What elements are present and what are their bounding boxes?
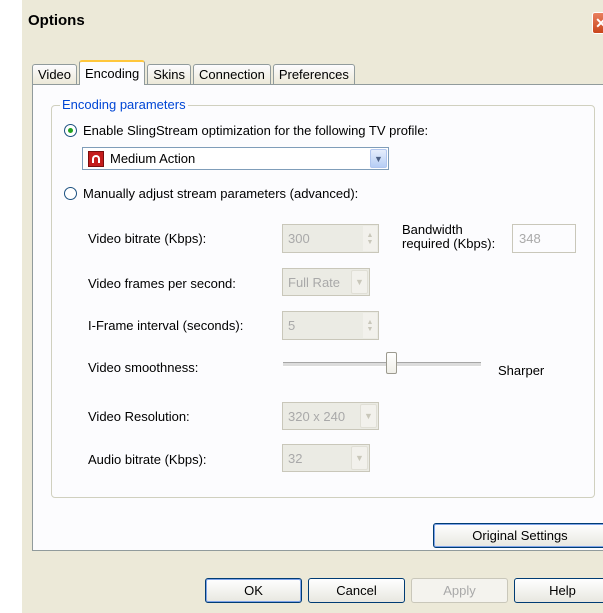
- chevron-down-icon[interactable]: ▼: [370, 149, 387, 168]
- audio-bitrate-label: Audio bitrate (Kbps):: [88, 452, 207, 467]
- original-settings-button[interactable]: Original Settings: [433, 523, 603, 548]
- tab-strip: Video Encoding Skins Connection Preferen…: [32, 60, 357, 85]
- video-bitrate-spinner[interactable]: 300 ▲ ▼: [282, 224, 379, 253]
- spin-arrows-icon[interactable]: ▲ ▼: [363, 313, 377, 338]
- resolution-label: Video Resolution:: [88, 409, 190, 424]
- bandwidth-value: 348: [519, 231, 541, 246]
- encoding-tab-panel: Encoding parameters Enable SlingStream o…: [32, 84, 603, 551]
- tv-profile-value: Medium Action: [110, 151, 196, 166]
- options-dialog: Options ✕ Video Encoding Skins Connectio…: [22, 0, 603, 613]
- tab-connection[interactable]: Connection: [193, 64, 271, 84]
- tab-label: Preferences: [278, 67, 349, 82]
- manual-radio[interactable]: [64, 187, 77, 200]
- ok-button[interactable]: OK: [205, 578, 302, 603]
- tab-video[interactable]: Video: [32, 64, 78, 84]
- chevron-down-icon[interactable]: ▼: [351, 270, 368, 294]
- slingstream-radio-row[interactable]: Enable SlingStream optimization for the …: [64, 123, 428, 138]
- bandwidth-label-line1: Bandwidth: [402, 222, 463, 237]
- iframe-interval-value: 5: [288, 318, 296, 333]
- cancel-label: Cancel: [336, 583, 377, 598]
- tab-skins[interactable]: Skins: [147, 64, 192, 84]
- tab-label: Connection: [199, 67, 265, 82]
- help-button[interactable]: Help: [514, 578, 603, 603]
- resolution-select[interactable]: 320 x 240 ▼: [282, 402, 379, 430]
- video-bitrate-value: 300: [288, 231, 310, 246]
- bandwidth-field: 348: [512, 224, 576, 253]
- smoothness-slider-track[interactable]: [283, 362, 481, 367]
- cancel-button[interactable]: Cancel: [308, 578, 405, 603]
- tab-label: Encoding: [85, 66, 140, 81]
- slingstream-radio[interactable]: [64, 124, 77, 137]
- iframe-interval-label: I-Frame interval (seconds):: [88, 318, 244, 333]
- fps-select[interactable]: Full Rate ▼: [282, 268, 370, 296]
- video-bitrate-label: Video bitrate (Kbps):: [88, 231, 207, 246]
- encoding-parameters-group: Encoding parameters Enable SlingStream o…: [51, 97, 595, 498]
- tab-label: Skins: [153, 67, 186, 82]
- apply-label: Apply: [443, 583, 476, 598]
- tab-encoding[interactable]: Encoding: [79, 60, 146, 85]
- bandwidth-label-line2: required (Kbps):: [402, 236, 496, 251]
- original-settings-label: Original Settings: [472, 528, 568, 543]
- spin-arrows-icon[interactable]: ▲ ▼: [363, 226, 377, 251]
- resolution-value: 320 x 240: [288, 408, 346, 424]
- audio-bitrate-select[interactable]: 32 ▼: [282, 444, 370, 472]
- smoothness-label: Video smoothness:: [88, 360, 199, 375]
- slingstream-radio-label: Enable SlingStream optimization for the …: [83, 123, 429, 138]
- group-title: Encoding parameters: [60, 97, 188, 112]
- iframe-interval-spinner[interactable]: 5 ▲ ▼: [282, 311, 379, 340]
- ok-label: OK: [244, 583, 263, 598]
- apply-button[interactable]: Apply: [411, 578, 508, 603]
- smoothness-sharper-label: Sharper: [498, 363, 545, 378]
- fps-label: Video frames per second:: [88, 276, 236, 291]
- tv-profile-select[interactable]: Medium Action ▼: [82, 147, 389, 170]
- close-icon: ✕: [595, 14, 603, 31]
- smoothness-slider-thumb[interactable]: [386, 352, 398, 374]
- manual-radio-row[interactable]: Manually adjust stream parameters (advan…: [64, 186, 358, 201]
- fps-value: Full Rate: [288, 274, 341, 290]
- tab-preferences[interactable]: Preferences: [272, 64, 355, 84]
- audio-bitrate-value: 32: [288, 450, 303, 466]
- title-bar[interactable]: Options ✕: [22, 0, 603, 38]
- tab-label: Video: [38, 67, 72, 82]
- bandwidth-label: Bandwidth required (Kbps):: [402, 223, 495, 251]
- manual-radio-label: Manually adjust stream parameters (advan…: [83, 186, 359, 201]
- close-button[interactable]: ✕: [592, 12, 603, 34]
- magnet-icon: [88, 150, 104, 167]
- window-title: Options: [28, 12, 85, 29]
- chevron-down-icon[interactable]: ▼: [360, 404, 377, 428]
- chevron-down-icon[interactable]: ▼: [351, 446, 368, 470]
- help-label: Help: [549, 583, 576, 598]
